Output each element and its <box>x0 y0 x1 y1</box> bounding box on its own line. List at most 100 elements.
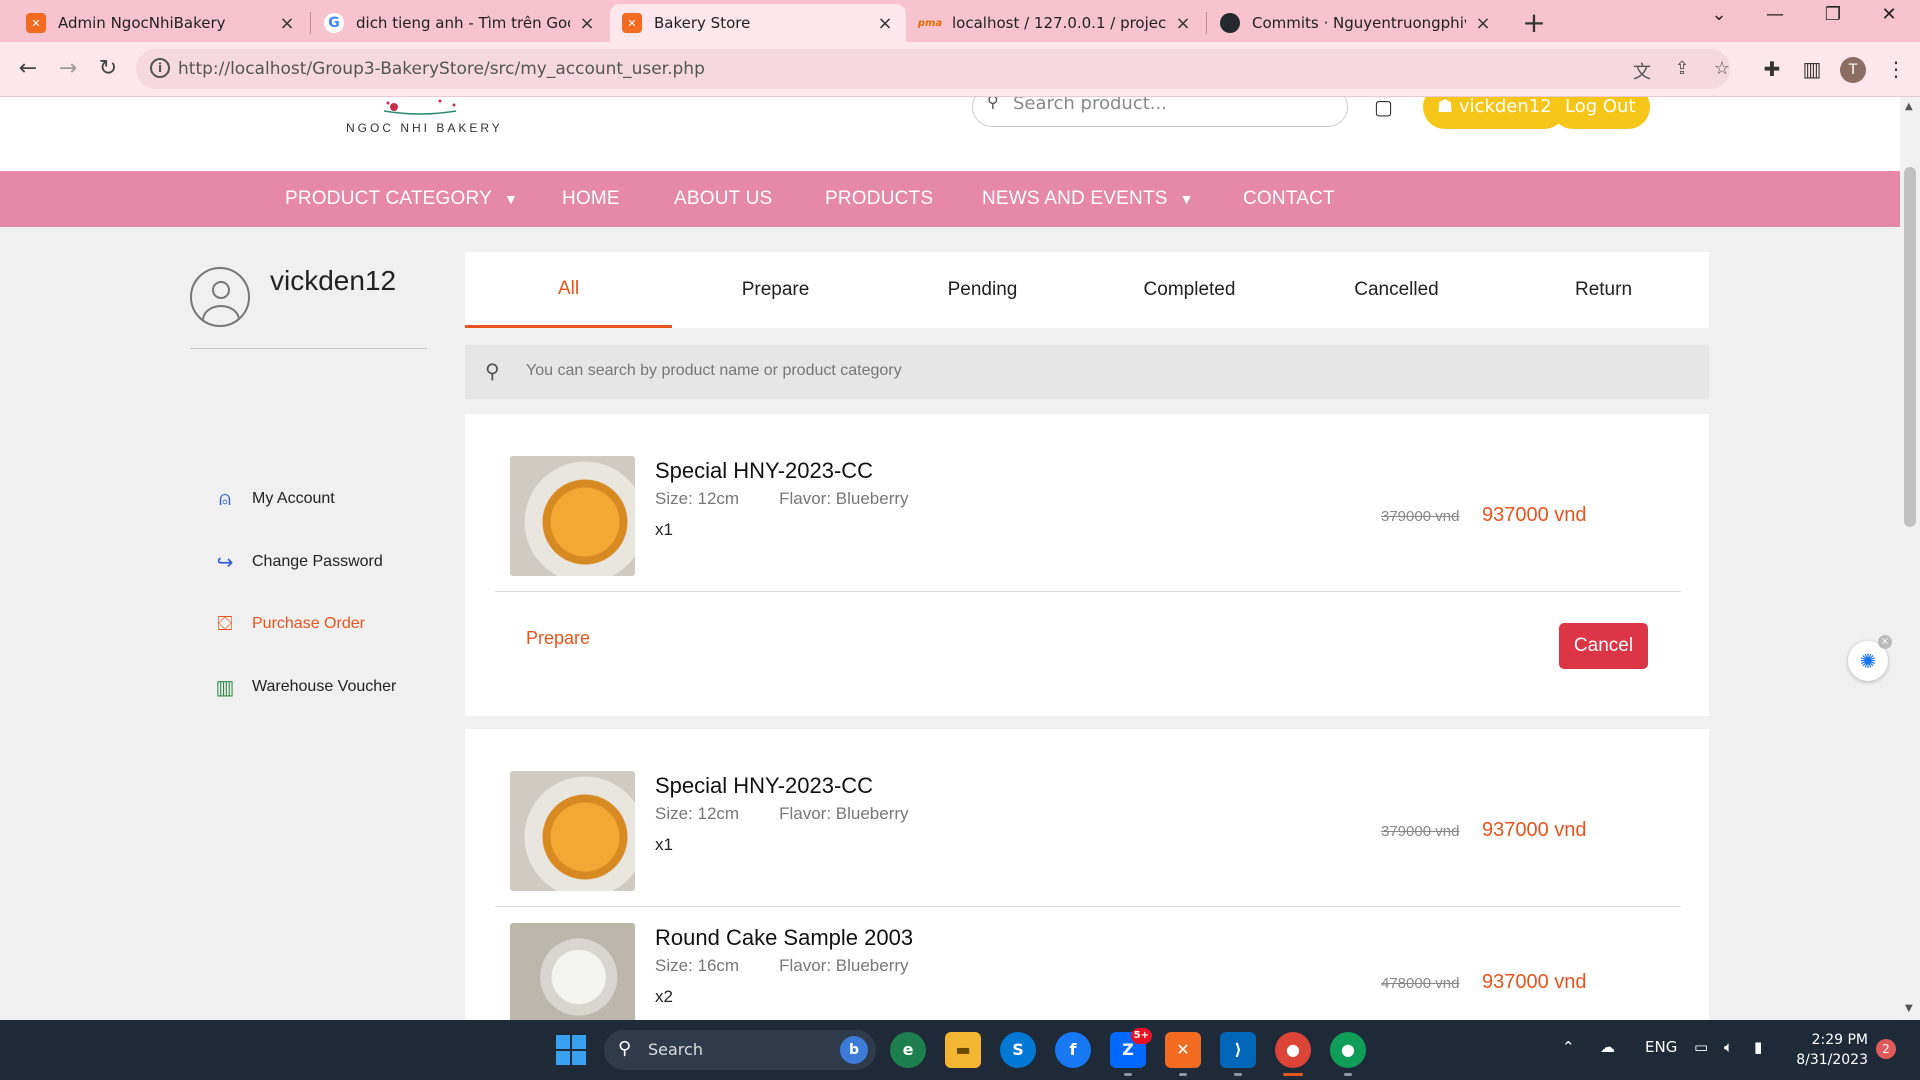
taskbar-search[interactable]: ⚲ Search b <box>604 1030 876 1070</box>
address-bar[interactable]: i http://localhost/Group3-BakeryStore/sr… <box>136 49 1730 89</box>
assistant-floating-button[interactable]: ✺ × <box>1848 635 1892 681</box>
share-icon[interactable]: ⇪ <box>1670 58 1694 79</box>
tab-title: Admin NgocNhiBakery <box>58 14 226 32</box>
browser-tab[interactable]: ✕ Admin NgocNhiBakery × <box>14 4 308 42</box>
order-status-tabs: All Prepare Pending Completed Cancelled … <box>465 252 1709 328</box>
sidebar-item-change-password[interactable]: ↪ Change Password <box>212 548 383 576</box>
translate-icon[interactable]: 文 <box>1630 58 1654 84</box>
minimize-button[interactable]: — <box>1752 4 1798 25</box>
tab-title: localhost / 127.0.0.1 / projecthk2 <box>952 14 1166 32</box>
browser-tab[interactable]: Commits · Nguyentruongphivold × <box>1208 4 1504 42</box>
nav-label: NEWS AND EVENTS <box>982 188 1168 209</box>
close-icon[interactable]: × <box>578 13 596 34</box>
browser-menu-icon[interactable]: ⋮ <box>1882 57 1910 81</box>
cart-icon[interactable]: ▢ <box>1374 97 1393 119</box>
user-account-button[interactable]: ☗ vickden12 <box>1423 97 1566 129</box>
close-icon[interactable]: × <box>1474 13 1492 34</box>
tab-pending[interactable]: Pending <box>879 252 1086 328</box>
back-button[interactable]: ← <box>10 51 46 87</box>
volume-icon[interactable]: 🔈︎ <box>1724 1038 1733 1056</box>
site-info-icon[interactable]: i <box>150 58 170 78</box>
bookmark-star-icon[interactable]: ☆ <box>1710 58 1734 79</box>
tab-all[interactable]: All <box>465 252 672 328</box>
new-tab-button[interactable]: + <box>1517 6 1551 39</box>
cancel-order-button[interactable]: Cancel <box>1559 623 1648 669</box>
product-size: Size: 12cm <box>655 804 740 823</box>
vscode-icon[interactable]: ⟩ <box>1220 1032 1256 1068</box>
close-icon[interactable]: × <box>1878 635 1892 649</box>
chrome-profile-icon[interactable]: ● <box>1330 1032 1366 1068</box>
battery-icon[interactable]: ▮ <box>1754 1038 1762 1056</box>
language-indicator[interactable]: ENG <box>1645 1038 1677 1056</box>
bakery-logo-icon[interactable] <box>370 97 470 119</box>
chevron-up-icon[interactable]: ⌃ <box>1562 1038 1575 1056</box>
facebook-icon[interactable]: f <box>1055 1032 1091 1068</box>
nav-news-and-events[interactable]: NEWS AND EVENTS ▼ <box>982 171 1194 227</box>
tab-separator <box>1206 12 1207 34</box>
order-item: Special HNY-2023-CC Size: 12cm Flavor: Bl… <box>465 414 1709 576</box>
close-icon[interactable]: × <box>1174 13 1192 34</box>
sidebar-item-my-account[interactable]: ⍝ My Account <box>212 485 335 513</box>
windows-start-icon[interactable] <box>556 1035 586 1065</box>
sale-price: 937000 vnd <box>1482 819 1587 841</box>
order-card: Special HNY-2023-CC Size: 12cm Flavor: Bl… <box>465 729 1709 1020</box>
nav-product-category[interactable]: PRODUCT CATEGORY ▼ <box>285 171 518 227</box>
tab-completed[interactable]: Completed <box>1086 252 1293 328</box>
product-search-input[interactable]: ⚲ Search product... <box>972 97 1348 127</box>
nav-label: PRODUCT CATEGORY <box>285 188 492 209</box>
zalo-badge: 5+ <box>1130 1028 1152 1044</box>
extensions-puzzle-icon[interactable]: ✚ <box>1758 57 1786 81</box>
profile-avatar[interactable]: T <box>1840 57 1866 83</box>
notification-badge[interactable]: 2 <box>1876 1039 1896 1059</box>
xampp-icon[interactable]: ✕ <box>1165 1032 1201 1068</box>
browser-tab[interactable]: G dich tieng anh - Tìm trên Google × <box>312 4 608 42</box>
file-explorer-icon[interactable]: ▬ <box>945 1032 981 1068</box>
google-icon: G <box>324 13 344 33</box>
sidebar-divider <box>190 348 427 349</box>
logout-button[interactable]: Log Out <box>1551 97 1650 129</box>
nav-products[interactable]: PRODUCTS <box>825 171 933 227</box>
original-price: 478000 vnd <box>1381 975 1460 992</box>
window-close-button[interactable]: ✕ <box>1866 4 1912 25</box>
network-icon[interactable]: ▭ <box>1694 1038 1708 1056</box>
chrome-icon[interactable]: ● <box>1275 1032 1311 1068</box>
tab-separator <box>310 12 311 34</box>
restore-button[interactable]: ❐ <box>1810 4 1856 25</box>
sidebar-item-purchase-order[interactable]: ⛋ Purchase Order <box>212 610 365 638</box>
forward-button[interactable]: → <box>50 51 86 87</box>
scrollbar-thumb[interactable] <box>1904 167 1916 527</box>
sidebar-item-warehouse-voucher[interactable]: ▥ Warehouse Voucher <box>212 673 397 701</box>
onedrive-cloud-icon[interactable]: ☁ <box>1600 1038 1615 1056</box>
system-clock[interactable]: 2:29 PM 8/31/2023 <box>1790 1030 1868 1070</box>
scroll-down-icon[interactable]: ▼ <box>1905 1003 1913 1014</box>
edge-icon[interactable]: e <box>890 1032 926 1068</box>
row-divider <box>495 591 1681 592</box>
scroll-up-icon[interactable]: ▲ <box>1905 101 1913 112</box>
close-icon[interactable]: × <box>876 13 894 34</box>
zalo-icon[interactable]: Z 5+ <box>1110 1028 1152 1068</box>
chevron-down-icon: ▼ <box>1179 191 1194 207</box>
side-panel-icon[interactable]: ▥ <box>1798 57 1826 81</box>
product-thumbnail[interactable] <box>510 771 635 891</box>
nav-home[interactable]: HOME <box>562 171 620 227</box>
reload-button[interactable]: ↻ <box>90 51 126 87</box>
nav-contact[interactable]: CONTACT <box>1243 171 1335 227</box>
browser-tab[interactable]: pma localhost / 127.0.0.1 / projecthk2 × <box>908 4 1204 42</box>
close-icon[interactable]: × <box>278 13 296 34</box>
tab-cancelled[interactable]: Cancelled <box>1293 252 1500 328</box>
user-pill-label: vickden12 <box>1458 97 1552 117</box>
sidebar-item-label: Purchase Order <box>252 615 365 632</box>
order-card: Special HNY-2023-CC Size: 12cm Flavor: Bl… <box>465 414 1709 716</box>
redo-icon: ↪ <box>216 551 234 574</box>
tab-search-chevron-icon[interactable]: ⌄ <box>1696 4 1742 25</box>
product-thumbnail[interactable] <box>510 456 635 576</box>
tab-prepare[interactable]: Prepare <box>672 252 879 328</box>
product-thumbnail[interactable] <box>510 923 635 1020</box>
windows-taskbar: ⚲ Search b e ▬ S f Z 5+ ✕ ⟩ ● ● ⌃ ☁ ENG ▭… <box>0 1020 1920 1080</box>
browser-tab-active[interactable]: ✕ Bakery Store × <box>610 4 906 42</box>
tab-return[interactable]: Return <box>1500 252 1707 328</box>
skype-icon[interactable]: S <box>1000 1032 1036 1068</box>
nav-about-us[interactable]: ABOUT US <box>674 171 772 227</box>
page-scrollbar[interactable]: ▲ ▼ <box>1900 97 1920 1020</box>
order-search-input[interactable]: ⚲ You can search by product name or prod… <box>465 345 1709 399</box>
